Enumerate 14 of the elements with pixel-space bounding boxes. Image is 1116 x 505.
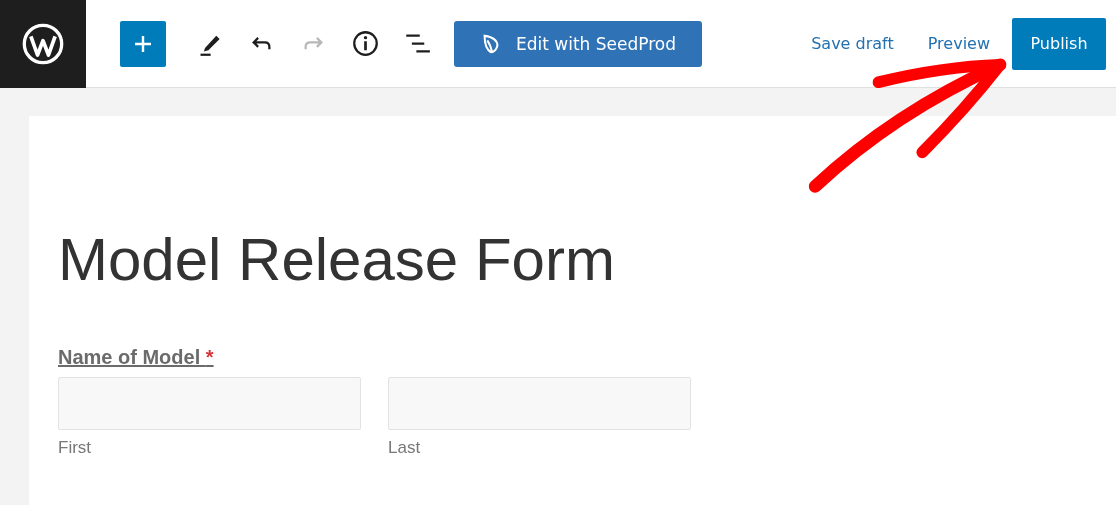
add-block-button[interactable]: [120, 20, 166, 67]
field-label: Name of Model *: [58, 346, 214, 368]
field-sublabel: Last: [388, 438, 421, 458]
logo-icon: [21, 21, 65, 66]
logo-tile[interactable]: [0, 0, 86, 88]
preview-button[interactable]: Preview: [915, 26, 1002, 61]
input-field[interactable]: [388, 377, 691, 430]
publish-button[interactable]: Publish: [1012, 17, 1106, 70]
info-icon[interactable]: [352, 30, 379, 57]
field-sublabel: First: [58, 438, 92, 458]
edit-with-seedprod-button[interactable]: Edit with SeedProd: [454, 20, 702, 67]
post-title[interactable]: Model Release Form: [58, 224, 615, 296]
save-draft-button[interactable]: Save draft: [799, 26, 906, 61]
input-field[interactable]: [58, 377, 361, 430]
